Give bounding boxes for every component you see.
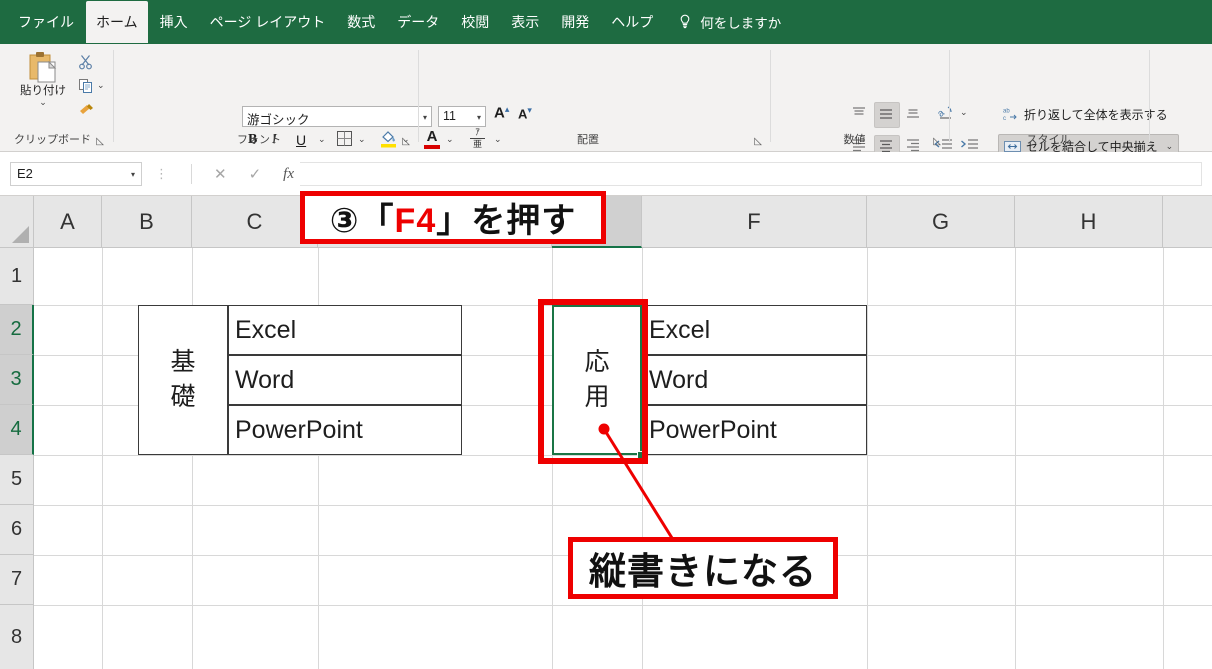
excel-window: ファイル ホーム 挿入 ページ レイアウト 数式 データ 校閲 表示 開発 ヘル… — [0, 0, 1212, 669]
annotation-callout: 縦書きになる — [568, 537, 838, 599]
annotation-callout-text: 縦書きになる — [589, 551, 817, 592]
